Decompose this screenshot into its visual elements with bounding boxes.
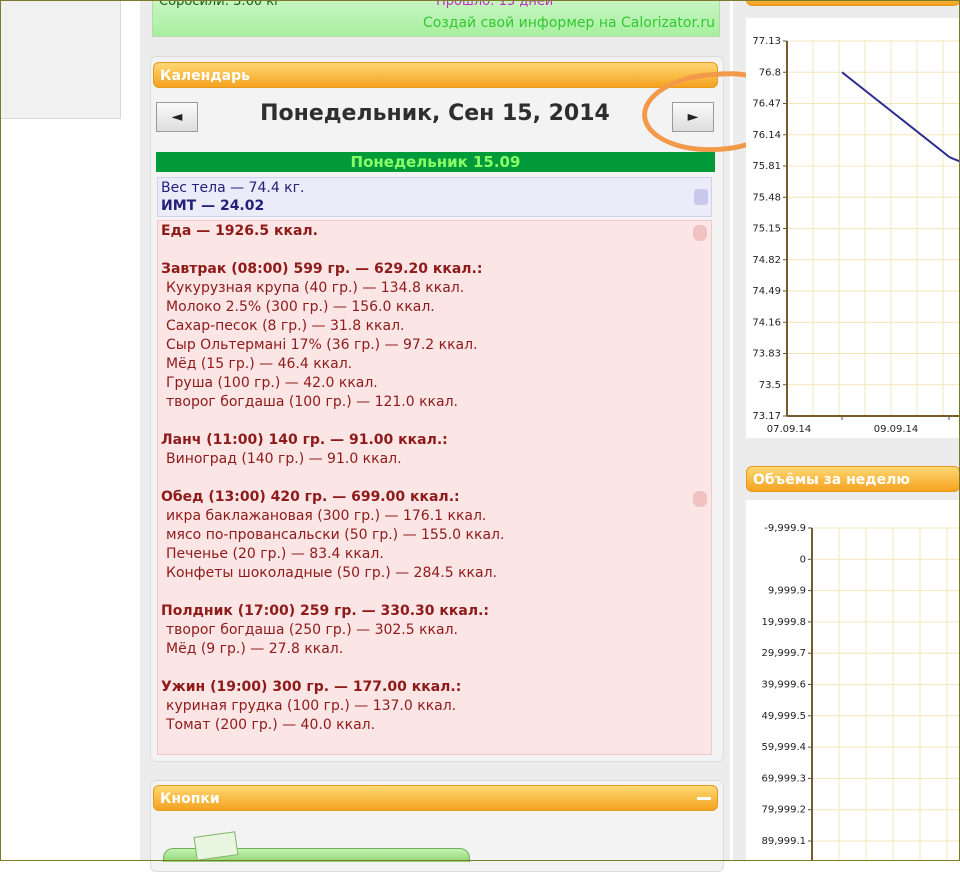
meal-title: Завтрак (08:00) 599 гр. — 629.20 ккал.: bbox=[161, 261, 483, 277]
y-tick-label: 79,999.2 bbox=[761, 805, 806, 816]
meal-item: икра баклажановая (300 гр.) — 176.1 ккал… bbox=[166, 508, 487, 524]
day-header: Понедельник 15.09 bbox=[156, 152, 715, 172]
weight-box: Вес тела — 74.4 кг. ИМТ — 24.02 bbox=[157, 177, 712, 217]
meal-item: Конфеты шоколадные (50 гр.) — 284.5 ккал… bbox=[166, 565, 497, 581]
hand-icon[interactable] bbox=[693, 491, 707, 507]
weight-series-line bbox=[841, 71, 951, 159]
y-tick-label: 89,999.1 bbox=[761, 836, 806, 847]
calendar-header-label: Календарь bbox=[160, 68, 250, 84]
informer-link[interactable]: Создай свой информер на Calorizator.ru bbox=[423, 15, 715, 31]
buttons-header[interactable]: Кнопки bbox=[153, 785, 718, 811]
meal-title: Полдник (17:00) 259 гр. — 330.30 ккал.: bbox=[161, 603, 490, 619]
informer-days-text: Прошло: 13 дней bbox=[436, 0, 554, 9]
meal-item: Сыр Ольтерманi 17% (36 гр.) — 97.2 ккал. bbox=[166, 337, 478, 353]
meal-item: мясо по-провансальски (50 гр.) — 155.0 к… bbox=[166, 527, 505, 543]
y-tick-label: 76.8 bbox=[759, 67, 781, 78]
meal-item: творог богдаша (100 гр.) — 121.0 ккал. bbox=[166, 394, 458, 410]
scale-icon[interactable] bbox=[694, 189, 708, 205]
meal-item: Томат (200 гр.) — 40.0 ккал. bbox=[166, 717, 376, 733]
y-tick-label: 74.16 bbox=[752, 317, 781, 328]
left-panel bbox=[0, 0, 121, 119]
y-tick-label: 77.13 bbox=[752, 36, 781, 47]
meal-item: творог богдаша (250 гр.) — 302.5 ккал. bbox=[166, 622, 458, 638]
meal-title: Ужин (19:00) 300 гр. — 177.00 ккал.: bbox=[161, 679, 462, 695]
y-tick-label: 69,999.3 bbox=[761, 773, 806, 784]
y-tick-label: 0 bbox=[800, 554, 806, 565]
y-tick-label: 29,999.7 bbox=[761, 648, 806, 659]
meal-item: Кукурузная крупа (40 гр.) — 134.8 ккал. bbox=[166, 280, 465, 296]
volumes-header[interactable]: Объёмы за неделю bbox=[746, 466, 960, 492]
calendar-header[interactable]: Календарь bbox=[153, 62, 718, 88]
buttons-header-label: Кнопки bbox=[160, 791, 220, 807]
meal-title: Обед (13:00) 420 гр. — 699.00 ккал.: bbox=[161, 489, 460, 505]
y-tick-label: 75.48 bbox=[752, 192, 781, 203]
volumes-chart: -9,999.9 0 9,999.9 19,999.8 29,999.7 39,999.6… bbox=[746, 500, 960, 861]
y-tick-label: -9,999.9 bbox=[764, 523, 806, 534]
y-tick-label: 76.47 bbox=[752, 99, 781, 110]
y-tick-label: 73.5 bbox=[759, 380, 781, 391]
y-tick-label: 59,999.4 bbox=[761, 742, 806, 753]
volumes-chart-svg: -9,999.9 0 9,999.9 19,999.8 29,999.7 39,999.6… bbox=[761, 523, 960, 861]
meal-item: куриная грудка (100 гр.) — 137.0 ккал. bbox=[166, 698, 457, 714]
weight-line: Вес тела — 74.4 кг. bbox=[161, 180, 305, 196]
food-box: Еда — 1926.5 ккал. Завтрак (08:00) 599 г… bbox=[157, 220, 712, 755]
meal-title: Ланч (11:00) 140 гр. — 91.00 ккал.: bbox=[161, 432, 448, 448]
date-title: Понедельник, Сен 15, 2014 bbox=[260, 101, 610, 126]
volumes-header-label: Объёмы за неделю bbox=[753, 472, 910, 488]
prev-day-button[interactable]: ◄ bbox=[156, 102, 198, 132]
meal-item: Сахар-песок (8 гр.) — 31.8 ккал. bbox=[166, 318, 405, 334]
meal-item: Груша (100 гр.) — 42.0 ккал. bbox=[166, 375, 378, 391]
y-tick-label: 75.15 bbox=[752, 224, 781, 235]
collapse-icon[interactable] bbox=[697, 74, 711, 77]
bmi-line: ИМТ — 24.02 bbox=[161, 198, 265, 214]
y-tick-label: 74.49 bbox=[752, 286, 781, 297]
food-total: Еда — 1926.5 ккал. bbox=[161, 223, 318, 239]
informer-lost-text: Сбросили: 3.60 кг bbox=[159, 0, 281, 9]
hand-icon[interactable] bbox=[693, 225, 707, 241]
meal-item: Мёд (9 гр.) — 27.8 ккал. bbox=[166, 641, 344, 657]
y-tick-label: 73.83 bbox=[752, 349, 781, 360]
y-tick-label: 76.14 bbox=[752, 130, 781, 141]
weight-chart-svg: 77.13 76.8 76.47 76.14 75.81 75.48 75.15 74.82 7… bbox=[752, 36, 960, 435]
x-tick-label: 07.09.14 bbox=[767, 424, 812, 435]
x-tick-label: 09.09.14 bbox=[874, 424, 919, 435]
y-tick-label: 9,999.9 bbox=[768, 586, 806, 597]
weight-chart: 77.13 76.8 76.47 76.14 75.81 75.48 75.15 74.82 7… bbox=[746, 18, 960, 438]
y-tick-label: 39,999.6 bbox=[761, 680, 806, 691]
y-tick-label: 75.81 bbox=[752, 161, 781, 172]
y-tick-label: 73.17 bbox=[752, 411, 781, 422]
meal-item: Печенье (20 гр.) — 83.4 ккал. bbox=[166, 546, 384, 562]
collapse-icon[interactable] bbox=[697, 797, 711, 800]
y-tick-label: 49,999.5 bbox=[761, 711, 806, 722]
meal-item: Мёд (15 гр.) — 46.4 ккал. bbox=[166, 356, 353, 372]
weight-series-line bbox=[949, 156, 960, 163]
y-tick-label: 74.82 bbox=[752, 255, 781, 266]
informer-banner[interactable]: Сбросили: 3.60 кг Прошло: 13 дней Создай… bbox=[152, 0, 720, 37]
meal-item: Молоко 2.5% (300 гр.) — 156.0 ккал. bbox=[166, 299, 435, 315]
next-day-button[interactable]: ► bbox=[672, 102, 714, 132]
meal-item: Виноград (140 гр.) — 91.0 ккал. bbox=[166, 451, 402, 467]
weight-chart-header[interactable] bbox=[746, 0, 960, 6]
y-tick-label: 19,999.8 bbox=[761, 617, 806, 628]
